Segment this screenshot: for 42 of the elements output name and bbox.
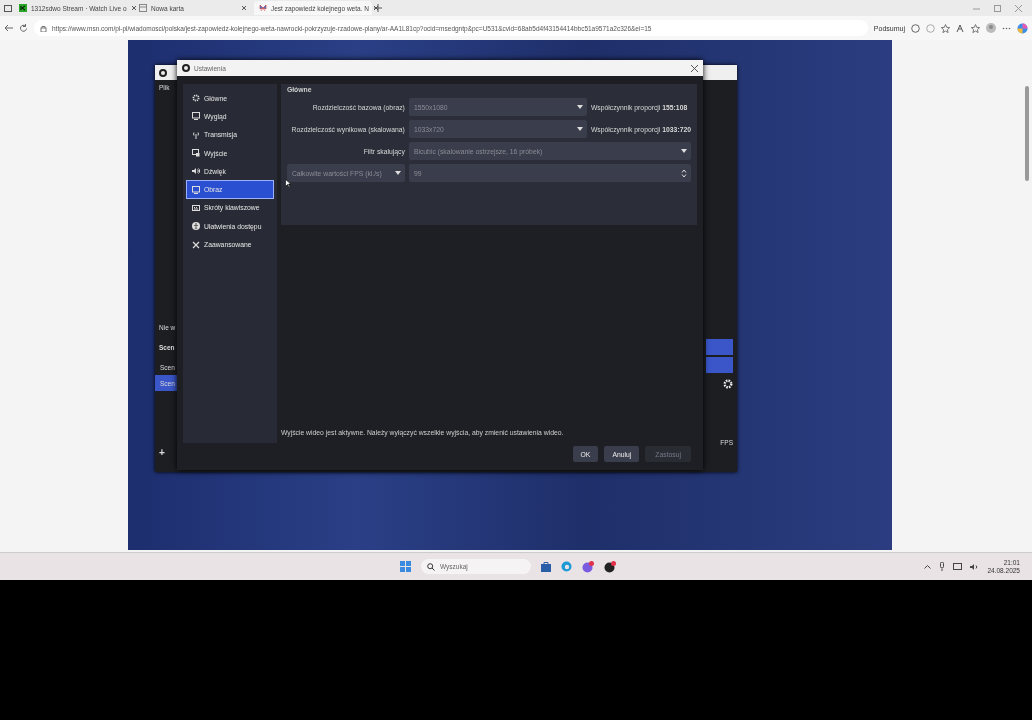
gear-icon xyxy=(192,94,200,103)
recording-app-icon[interactable] xyxy=(604,560,616,573)
network-icon[interactable] xyxy=(953,562,963,571)
more-icon[interactable] xyxy=(1002,26,1011,30)
butterfly-icon xyxy=(259,4,267,12)
mouse-cursor-icon xyxy=(285,179,291,188)
lock-icon xyxy=(40,24,47,32)
close-icon[interactable] xyxy=(130,5,137,11)
monitor-icon xyxy=(192,112,200,121)
screen-icon xyxy=(192,149,200,158)
chevron-up-icon[interactable] xyxy=(924,564,932,569)
antenna-icon xyxy=(192,130,200,139)
keyboard-icon xyxy=(192,203,200,212)
monitor-icon xyxy=(192,185,200,194)
star-icon[interactable] xyxy=(941,23,950,33)
tab-actions-icon[interactable] xyxy=(4,4,12,12)
store-icon[interactable] xyxy=(541,561,551,572)
tools-icon xyxy=(192,240,200,249)
chat-app-icon[interactable] xyxy=(582,560,594,573)
read-aloud-icon[interactable] xyxy=(956,23,965,33)
speaker-icon[interactable] xyxy=(970,562,980,571)
site-logo-icon xyxy=(19,4,27,12)
close-icon[interactable] xyxy=(691,64,698,72)
favorites-icon[interactable] xyxy=(971,23,980,33)
speaker-icon xyxy=(192,167,200,176)
scrollbar-thumb[interactable] xyxy=(1025,86,1029,181)
obs-logo-icon xyxy=(182,64,190,72)
back-icon[interactable] xyxy=(4,24,13,32)
gear-icon[interactable] xyxy=(723,379,733,389)
start-icon[interactable] xyxy=(400,561,411,572)
new-tab-icon[interactable] xyxy=(374,4,382,12)
microphone-icon[interactable] xyxy=(939,562,946,571)
refresh-icon[interactable] xyxy=(19,23,28,33)
profile-avatar-icon[interactable] xyxy=(986,23,996,33)
globe-icon[interactable] xyxy=(911,23,920,33)
search-icon xyxy=(427,562,435,571)
copilot-icon[interactable] xyxy=(1017,22,1028,34)
accessibility-icon xyxy=(192,222,200,231)
add-button[interactable]: + xyxy=(159,447,177,458)
close-icon[interactable] xyxy=(241,5,247,11)
obs-logo-icon xyxy=(159,68,167,77)
page-icon xyxy=(139,4,147,12)
